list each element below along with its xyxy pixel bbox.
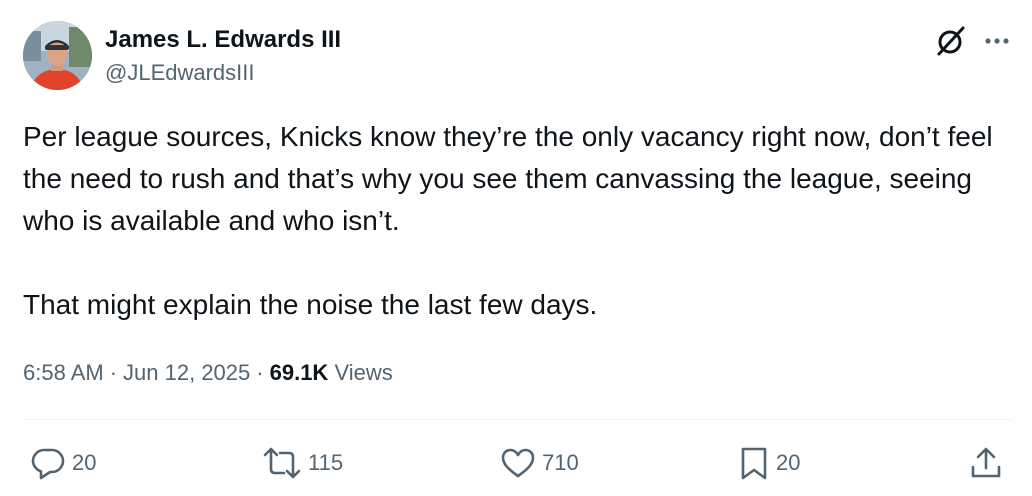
repost-button[interactable]: 115 [262, 444, 343, 482]
repost-icon [263, 447, 301, 479]
repost-count: 115 [308, 450, 344, 475]
bookmark-button[interactable]: 20 [738, 444, 800, 482]
author-handle[interactable]: @JLEdwardsIII [105, 58, 255, 88]
reply-count: 20 [72, 450, 97, 475]
like-count: 710 [542, 450, 579, 475]
like-icon [501, 448, 535, 478]
reply-button[interactable]: 20 [30, 444, 96, 482]
views-count: 69.1K [269, 360, 329, 385]
share-button[interactable] [968, 444, 1004, 482]
reply-icon [31, 448, 65, 480]
like-button[interactable]: 710 [500, 444, 579, 482]
grok-icon[interactable] [934, 24, 968, 58]
tweet-time[interactable]: 6:58 AM [23, 360, 104, 385]
tweet-meta: 6:58 AM · Jun 12, 2025 · 69.1K Views [23, 356, 393, 390]
share-icon [971, 447, 1001, 478]
avatar[interactable] [23, 21, 92, 90]
tweet-card: James L. Edwards III @JLEdwardsIII Per l… [0, 0, 1032, 496]
views-label: Views [334, 360, 393, 385]
bookmark-icon [741, 447, 767, 480]
tweet-text: Per league sources, Knicks know they’re … [23, 121, 993, 320]
bookmark-count: 20 [776, 450, 801, 475]
meta-separator: · [256, 360, 264, 385]
tweet-date[interactable]: Jun 12, 2025 [123, 360, 250, 385]
meta-separator: · [109, 360, 118, 385]
author-display-name[interactable]: James L. Edwards III [105, 24, 341, 56]
avatar-image [23, 21, 92, 90]
divider [23, 419, 1013, 420]
more-icon[interactable] [982, 26, 1012, 56]
